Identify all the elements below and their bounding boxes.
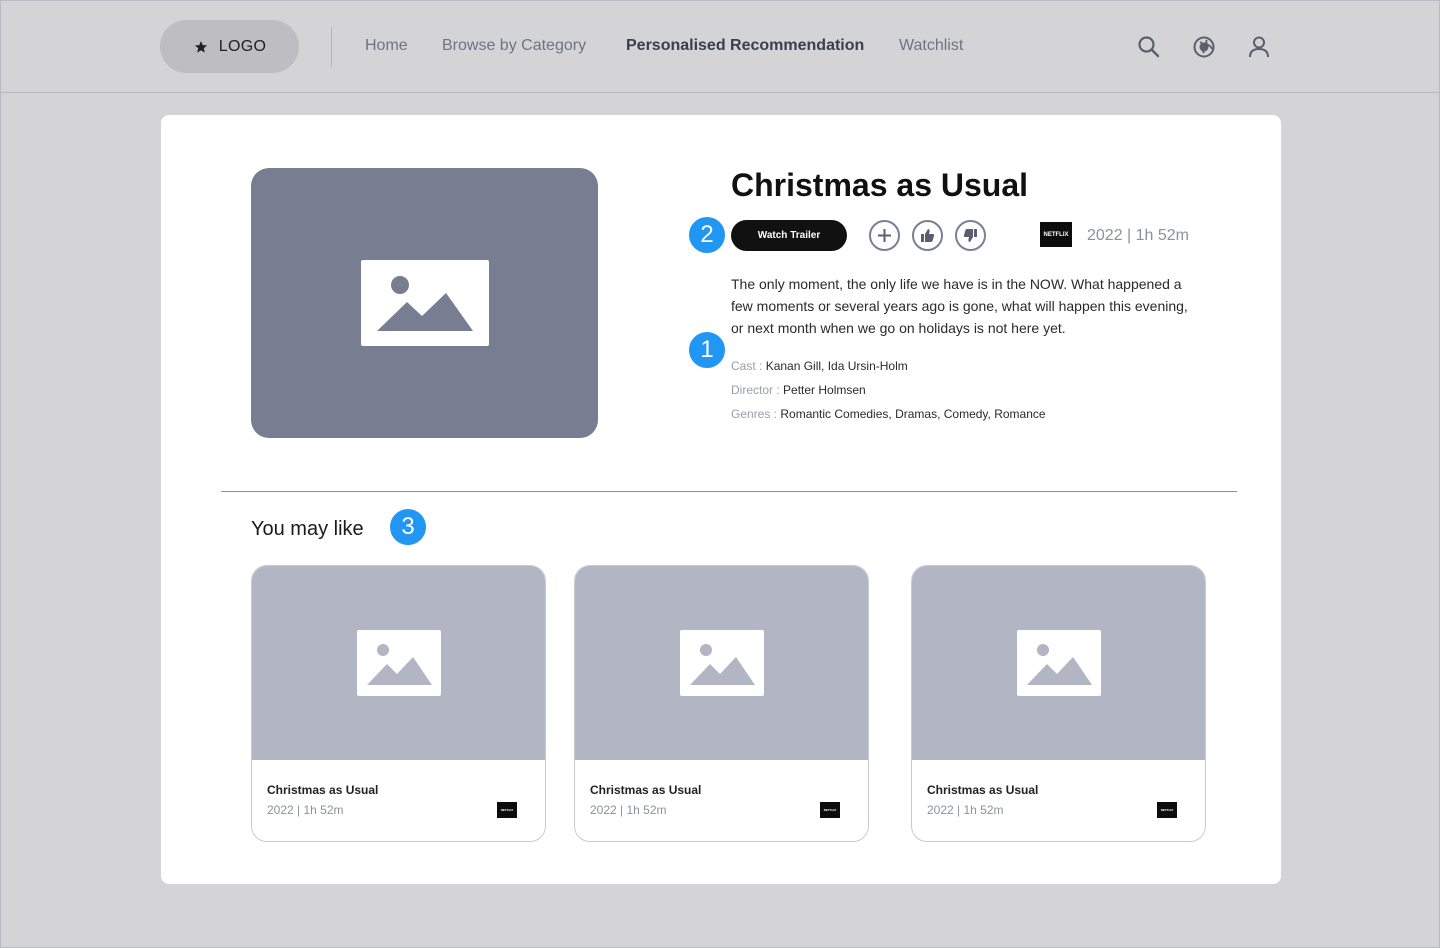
you-may-like-heading: You may like bbox=[251, 518, 364, 540]
add-to-watchlist-button[interactable] bbox=[869, 220, 900, 251]
netflix-logo: NETFLIX bbox=[1157, 802, 1177, 818]
recommendation-meta: 2022 | 1h 52m bbox=[927, 803, 1004, 817]
dislike-button[interactable] bbox=[955, 220, 986, 251]
genres-value: Romantic Comedies, Dramas, Comedy, Roman… bbox=[780, 407, 1046, 421]
netflix-logo: NETFLIX bbox=[1040, 222, 1072, 247]
add-icon bbox=[878, 229, 891, 242]
recommendation-meta: 2022 | 1h 52m bbox=[267, 803, 344, 817]
recommendation-title: Christmas as Usual bbox=[927, 783, 1039, 797]
nav-item-home[interactable]: Home bbox=[365, 37, 408, 55]
recommendation-thumbnail bbox=[912, 566, 1205, 760]
director-value: Petter Holmsen bbox=[783, 383, 866, 397]
recommendation-title: Christmas as Usual bbox=[590, 783, 702, 797]
annotation-badge-3: 3 bbox=[388, 507, 428, 547]
cast-value: Kanan Gill, Ida Ursin-Holm bbox=[765, 359, 908, 373]
globe-icon[interactable] bbox=[1191, 34, 1217, 60]
thumbs-up-icon bbox=[921, 229, 935, 242]
nav-item-personalised-recommendation[interactable]: Personalised Recommendation bbox=[626, 37, 864, 55]
thumbs-down-icon bbox=[963, 229, 977, 242]
section-divider bbox=[221, 491, 1237, 492]
image-placeholder-icon bbox=[1016, 630, 1101, 696]
annotation-badge-2: 2 bbox=[687, 215, 727, 255]
star-icon bbox=[194, 40, 207, 53]
nav-item-watchlist[interactable]: Watchlist bbox=[899, 37, 963, 55]
image-placeholder-icon bbox=[679, 630, 764, 696]
recommendation-thumbnail bbox=[252, 566, 545, 760]
watch-trailer-button[interactable]: Watch Trailer bbox=[731, 220, 847, 251]
recommendation-card[interactable]: Christmas as Usual 2022 | 1h 52m NETFLIX bbox=[251, 565, 546, 842]
recommendation-card[interactable]: Christmas as Usual 2022 | 1h 52m NETFLIX bbox=[911, 565, 1206, 842]
nav-divider bbox=[331, 27, 332, 67]
cast-row: Cast : Kanan Gill, Ida Ursin-Holm bbox=[731, 359, 908, 373]
nav-item-browse-by-category[interactable]: Browse by Category bbox=[442, 37, 586, 55]
director-label: Director : bbox=[731, 383, 784, 397]
annotation-badge-1: 1 bbox=[687, 330, 727, 370]
image-placeholder-icon bbox=[360, 260, 489, 346]
user-icon[interactable] bbox=[1246, 34, 1272, 60]
movie-description: The only moment, the only life we have i… bbox=[731, 276, 1188, 336]
movie-detail-card: Christmas as Usual 2 Watch Trailer NETFL… bbox=[161, 115, 1281, 884]
like-button[interactable] bbox=[912, 220, 943, 251]
logo-button[interactable]: LOGO bbox=[160, 20, 299, 73]
director-row: Director : Petter Holmsen bbox=[731, 383, 866, 397]
logo-text: LOGO bbox=[218, 37, 267, 55]
search-icon[interactable] bbox=[1136, 34, 1162, 60]
recommendation-card[interactable]: Christmas as Usual 2022 | 1h 52m NETFLIX bbox=[574, 565, 869, 842]
movie-poster bbox=[251, 168, 598, 438]
genres-row: Genres : Romantic Comedies, Dramas, Come… bbox=[731, 407, 1046, 421]
netflix-logo: NETFLIX bbox=[820, 802, 840, 818]
movie-title: Christmas as Usual bbox=[731, 167, 1029, 203]
recommendation-title: Christmas as Usual bbox=[267, 783, 379, 797]
movie-year-duration: 2022 | 1h 52m bbox=[1087, 227, 1190, 244]
genres-label: Genres : bbox=[731, 407, 781, 421]
recommendation-meta: 2022 | 1h 52m bbox=[590, 803, 667, 817]
top-nav-bar: LOGO Home Browse by Category Personalise… bbox=[1, 1, 1439, 93]
recommendation-thumbnail bbox=[575, 566, 868, 760]
cast-label: Cast : bbox=[731, 359, 766, 373]
image-placeholder-icon bbox=[356, 630, 441, 696]
netflix-logo: NETFLIX bbox=[497, 802, 517, 818]
